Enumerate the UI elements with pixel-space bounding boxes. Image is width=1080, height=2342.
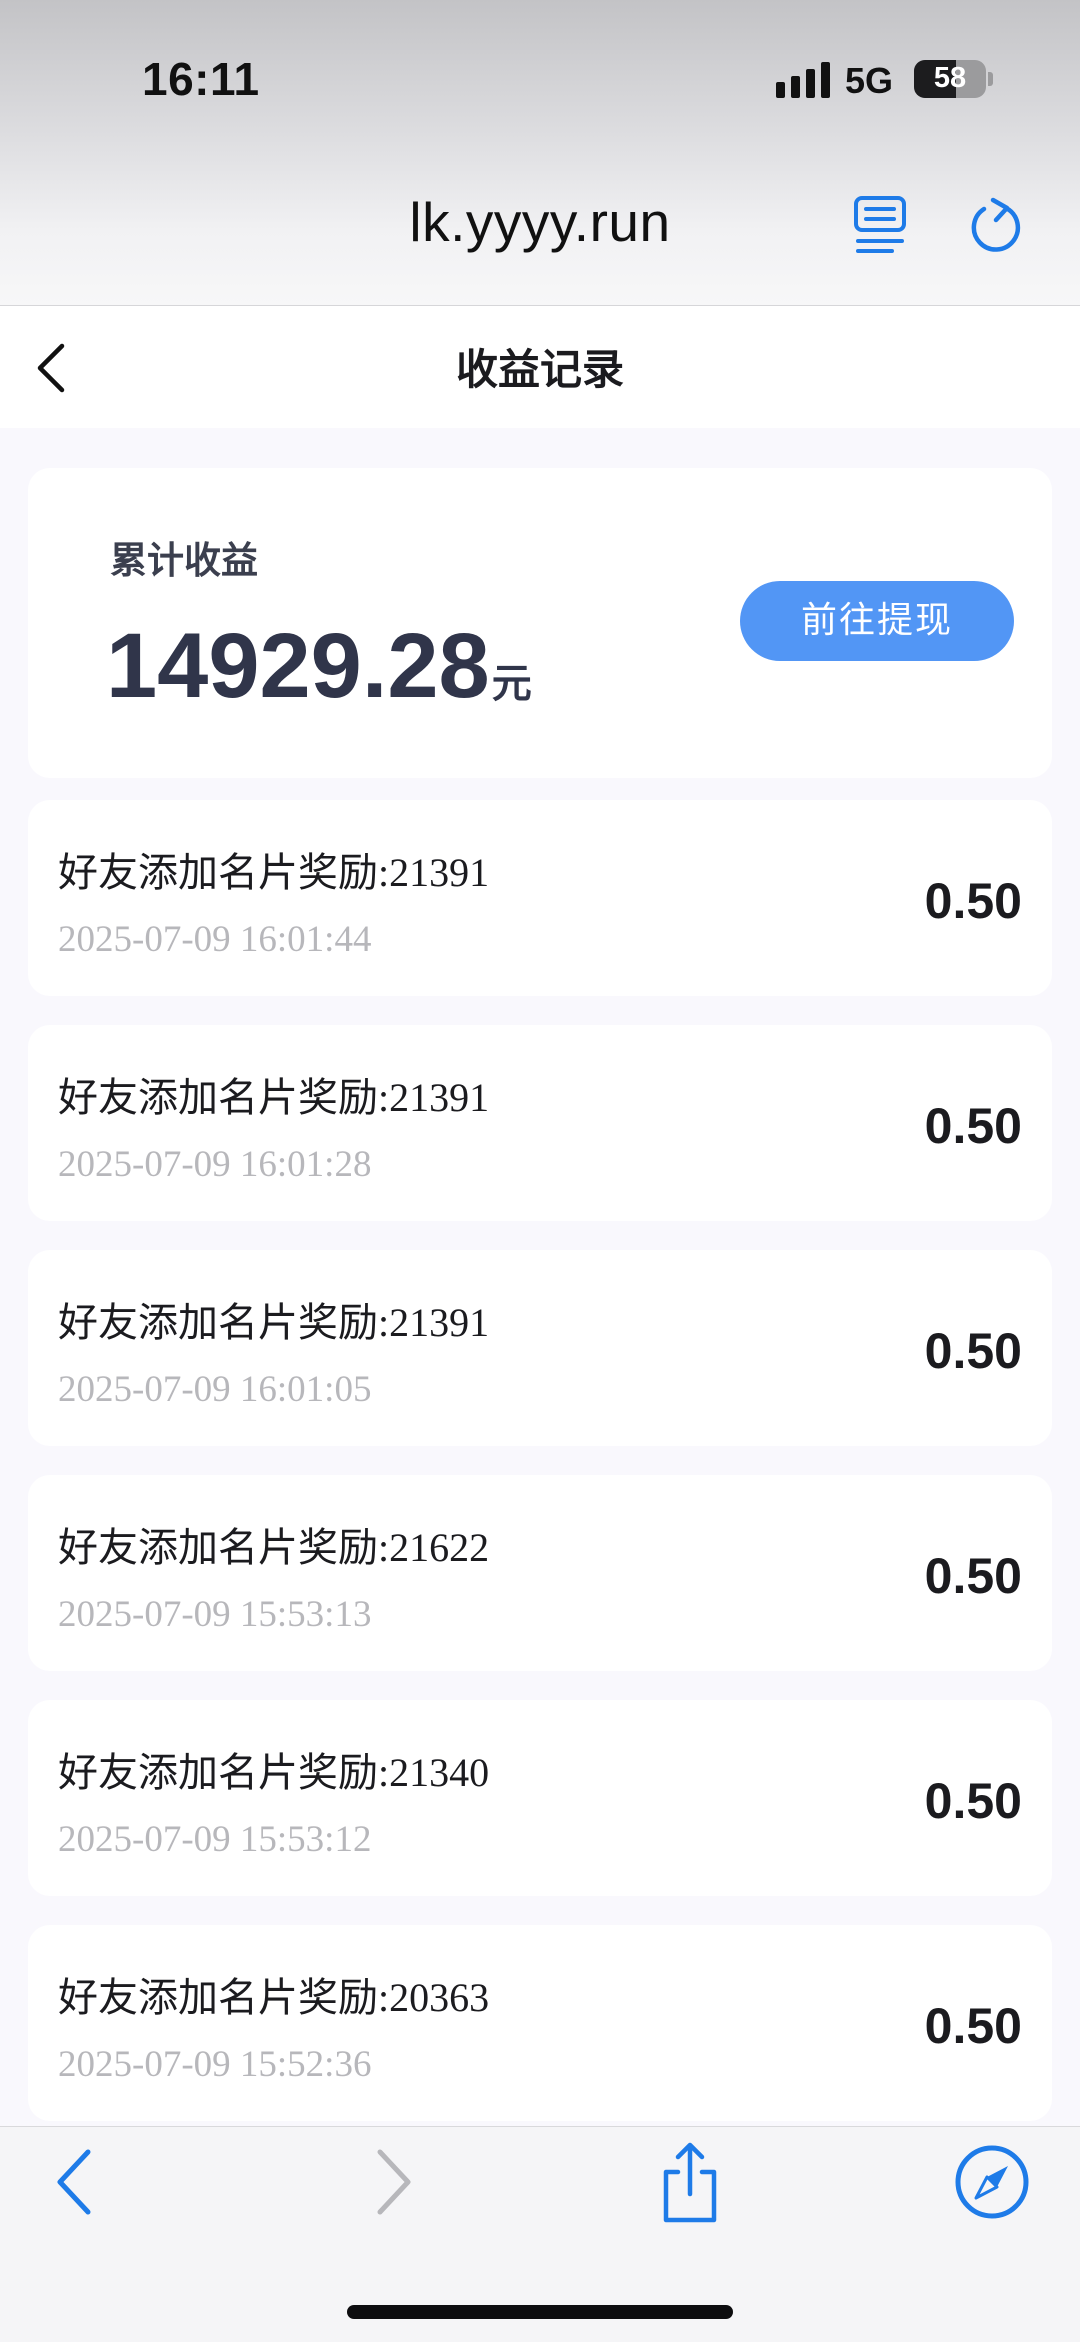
share-icon[interactable] xyxy=(648,2140,732,2224)
record-time: 2025-07-09 15:53:13 xyxy=(58,1594,372,1635)
battery-tip xyxy=(988,72,993,86)
reload-icon[interactable] xyxy=(968,194,1026,256)
page-header: 收益记录 xyxy=(0,306,1080,428)
status-time: 16:11 xyxy=(142,53,260,105)
record-title: 好友添加名片奖励:21340 xyxy=(58,1750,490,1795)
compass-icon[interactable] xyxy=(950,2140,1034,2224)
back-arrow-icon[interactable] xyxy=(36,2140,120,2224)
record-item[interactable]: 好友添加名片奖励:21340 2025-07-09 15:53:12 0.50 xyxy=(28,1700,1052,1896)
record-time: 2025-07-09 16:01:44 xyxy=(58,919,372,960)
record-amount: 0.50 xyxy=(924,1323,1022,1379)
withdraw-button[interactable]: 前往提现 xyxy=(740,581,1014,661)
record-item[interactable]: 好友添加名片奖励:21622 2025-07-09 15:53:13 0.50 xyxy=(28,1475,1052,1671)
cellular-signal-icon xyxy=(776,62,830,98)
total-earnings-amount: 14929.28元 xyxy=(106,614,532,719)
record-item[interactable]: 好友添加名片奖励:21391 2025-07-09 16:01:28 0.50 xyxy=(28,1025,1052,1221)
record-amount: 0.50 xyxy=(924,1998,1022,2054)
record-item[interactable]: 好友添加名片奖励:20363 2025-07-09 15:52:36 0.50 xyxy=(28,1925,1052,2121)
record-amount: 0.50 xyxy=(924,1098,1022,1154)
forward-arrow-icon[interactable] xyxy=(348,2140,432,2224)
browser-top-bar: 16:11 5G 58 lk.yyyy.run xyxy=(0,0,1080,306)
page-title: 收益记录 xyxy=(455,345,624,394)
battery-icon: 58 xyxy=(914,60,986,98)
record-time: 2025-07-09 16:01:05 xyxy=(58,1369,372,1410)
address-bar-url[interactable]: lk.yyyy.run xyxy=(0,190,1080,254)
record-title: 好友添加名片奖励:20363 xyxy=(58,1975,490,2020)
record-time: 2025-07-09 15:53:12 xyxy=(58,1819,372,1860)
record-amount: 0.50 xyxy=(924,873,1022,929)
record-amount: 0.50 xyxy=(924,1548,1022,1604)
earnings-record-list: 好友添加名片奖励:21391 2025-07-09 16:01:44 0.50 … xyxy=(28,800,1052,2150)
home-indicator xyxy=(347,2305,733,2319)
record-title: 好友添加名片奖励:21391 xyxy=(58,850,490,895)
record-title: 好友添加名片奖励:21391 xyxy=(58,1075,490,1120)
battery-percentage: 58 xyxy=(933,62,967,94)
network-type: 5G xyxy=(845,60,894,101)
record-item[interactable]: 好友添加名片奖励:21391 2025-07-09 16:01:44 0.50 xyxy=(28,800,1052,996)
reader-mode-icon[interactable] xyxy=(852,194,908,256)
record-time: 2025-07-09 16:01:28 xyxy=(58,1144,372,1185)
record-item[interactable]: 好友添加名片奖励:21391 2025-07-09 16:01:05 0.50 xyxy=(28,1250,1052,1446)
currency-unit: 元 xyxy=(491,661,532,707)
record-title: 好友添加名片奖励:21391 xyxy=(58,1300,490,1345)
record-time: 2025-07-09 15:52:36 xyxy=(58,2044,372,2085)
total-earnings-card: 累计收益 14929.28元 前往提现 xyxy=(28,468,1052,778)
record-title: 好友添加名片奖励:21622 xyxy=(58,1525,490,1570)
record-amount: 0.50 xyxy=(924,1773,1022,1829)
total-earnings-value: 14929.28 xyxy=(106,615,490,717)
total-earnings-label: 累计收益 xyxy=(110,539,258,582)
